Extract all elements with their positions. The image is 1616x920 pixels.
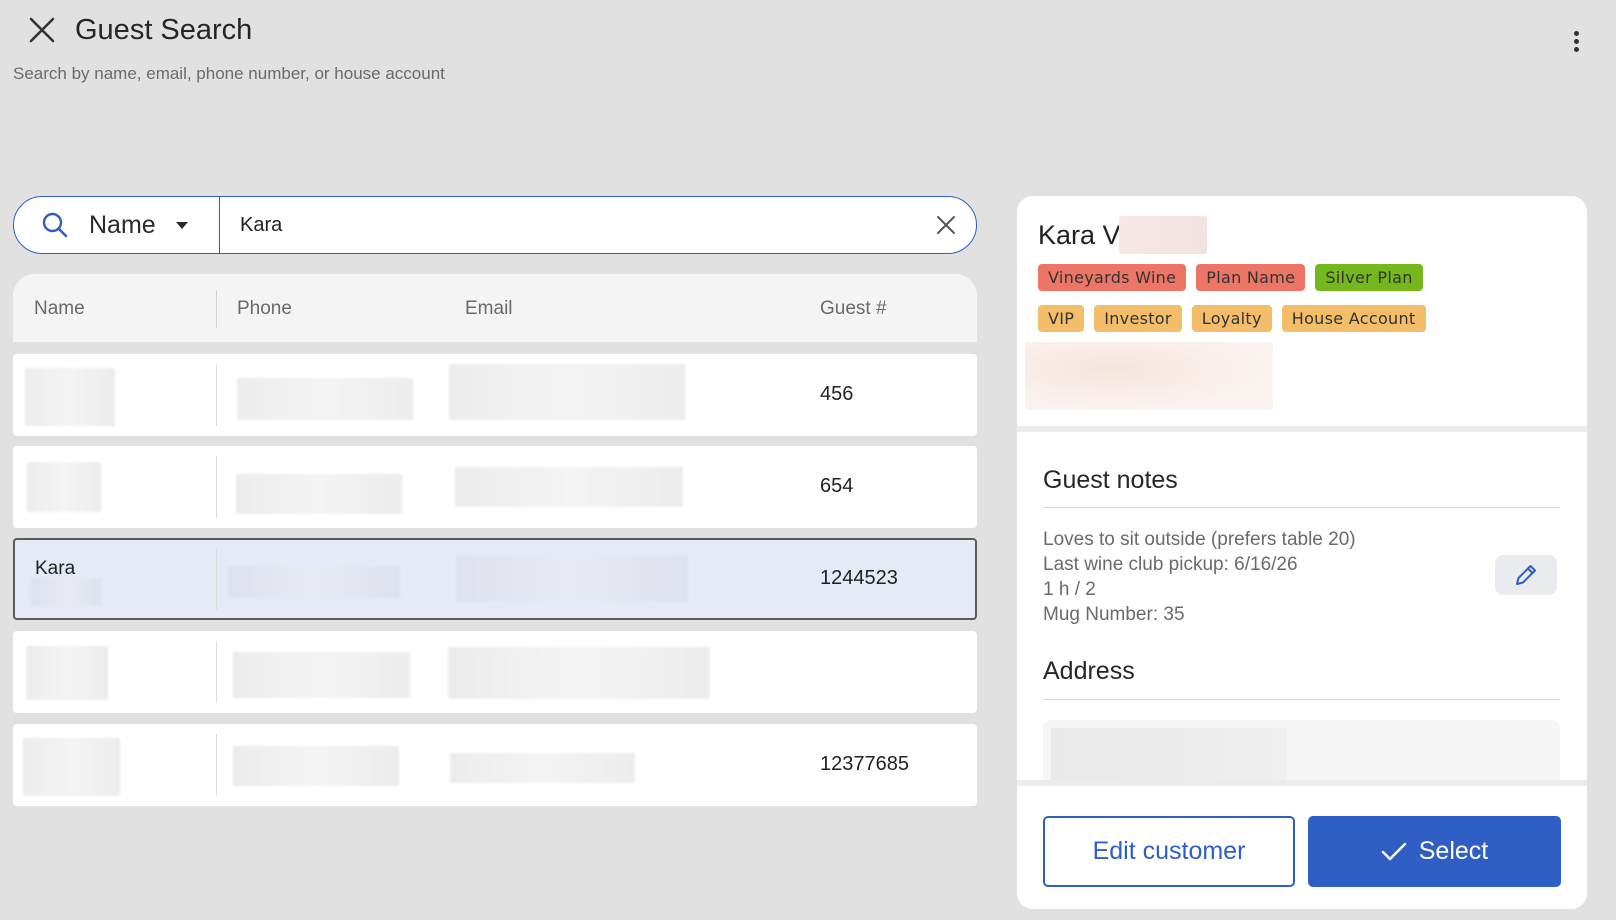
dropdown-caret-icon bbox=[175, 221, 188, 229]
search-input[interactable] bbox=[220, 197, 916, 253]
guest-number: 654 bbox=[820, 475, 854, 497]
redacted-name bbox=[25, 368, 115, 426]
guest-detail-name: Kara V bbox=[1038, 220, 1121, 250]
redacted-name bbox=[27, 462, 101, 512]
edit-customer-label: Edit customer bbox=[1092, 837, 1246, 865]
search-type-label: Name bbox=[89, 210, 156, 239]
column-header-phone[interactable]: Phone bbox=[237, 298, 292, 320]
select-label: Select bbox=[1418, 837, 1489, 865]
clear-icon[interactable] bbox=[916, 197, 976, 253]
page-subtitle: Search by name, email, phone number, or … bbox=[13, 64, 445, 83]
edit-notes-button[interactable] bbox=[1495, 555, 1557, 595]
more-vert-icon[interactable] bbox=[1566, 28, 1586, 56]
guest-notes-title: Guest notes bbox=[1043, 466, 1178, 494]
note-line: Last wine club pickup: 6/16/26 bbox=[1043, 554, 1298, 575]
redacted-email bbox=[448, 647, 710, 699]
guest-number: 1244523 bbox=[820, 567, 898, 589]
table-row-selected[interactable]: Kara 1244523 bbox=[13, 538, 977, 620]
redacted-name bbox=[26, 646, 108, 700]
tag-list: VIP Investor Loyalty House Account bbox=[1038, 305, 1578, 332]
table-row[interactable]: 456 bbox=[13, 354, 977, 436]
redacted-address bbox=[1051, 728, 1287, 784]
redacted-info bbox=[1025, 342, 1273, 410]
tag-badge: Loyalty bbox=[1191, 305, 1272, 332]
guest-detail-panel: Kara V Vineyards Wine Plan Name Silver Pla… bbox=[1017, 196, 1587, 909]
note-line: Mug Number: 35 bbox=[1043, 604, 1185, 625]
redacted-phone bbox=[233, 652, 410, 698]
search-icon bbox=[42, 212, 68, 238]
pencil-icon bbox=[1516, 565, 1536, 585]
redacted-phone bbox=[228, 566, 400, 598]
close-icon[interactable] bbox=[26, 14, 58, 46]
note-line: 1 h / 2 bbox=[1043, 579, 1096, 600]
panel-footer: Edit customer Select bbox=[1017, 780, 1587, 909]
column-header-name[interactable]: Name bbox=[34, 298, 85, 320]
redacted-phone bbox=[233, 746, 399, 786]
note-line: Loves to sit outside (prefers table 20) bbox=[1043, 529, 1356, 550]
redacted-name bbox=[31, 578, 101, 606]
address-title: Address bbox=[1043, 657, 1135, 685]
table-header: Name Phone Email Guest # bbox=[13, 274, 977, 342]
table-row[interactable]: 12377685 bbox=[13, 724, 977, 806]
search-bar: Name bbox=[13, 196, 977, 254]
redacted-email bbox=[450, 753, 635, 783]
tag-badge: Plan Name bbox=[1196, 264, 1306, 291]
redacted-phone bbox=[236, 474, 402, 514]
guest-number: 456 bbox=[820, 383, 854, 405]
redacted-phone bbox=[237, 378, 413, 420]
guest-name: Kara bbox=[35, 558, 76, 579]
tag-badge: Investor bbox=[1094, 305, 1182, 332]
column-header-guest-number[interactable]: Guest # bbox=[820, 298, 887, 320]
tag-badge: House Account bbox=[1281, 305, 1426, 332]
redacted-email bbox=[449, 364, 685, 420]
table-row[interactable] bbox=[13, 631, 977, 713]
redacted-email bbox=[456, 556, 688, 602]
redacted-name bbox=[23, 738, 120, 796]
edit-customer-button[interactable]: Edit customer bbox=[1043, 816, 1295, 887]
search-type-dropdown[interactable]: Name bbox=[14, 197, 220, 253]
column-header-email[interactable]: Email bbox=[465, 298, 513, 320]
redacted-email bbox=[455, 467, 683, 507]
check-icon bbox=[1381, 842, 1406, 860]
tag-badge: VIP bbox=[1038, 305, 1085, 332]
page-title: Guest Search bbox=[75, 14, 253, 46]
tag-badge: Vineyards Wine bbox=[1038, 264, 1187, 291]
tag-badge: Silver Plan bbox=[1315, 264, 1423, 291]
table-row[interactable]: 654 bbox=[13, 446, 977, 528]
guest-notes-text: Loves to sit outside (prefers table 20) … bbox=[1043, 527, 1356, 627]
select-button[interactable]: Select bbox=[1308, 816, 1561, 887]
redacted-surname bbox=[1119, 216, 1207, 254]
tag-list: Vineyards Wine Plan Name Silver Plan bbox=[1038, 264, 1578, 291]
guest-number: 12377685 bbox=[820, 753, 909, 775]
